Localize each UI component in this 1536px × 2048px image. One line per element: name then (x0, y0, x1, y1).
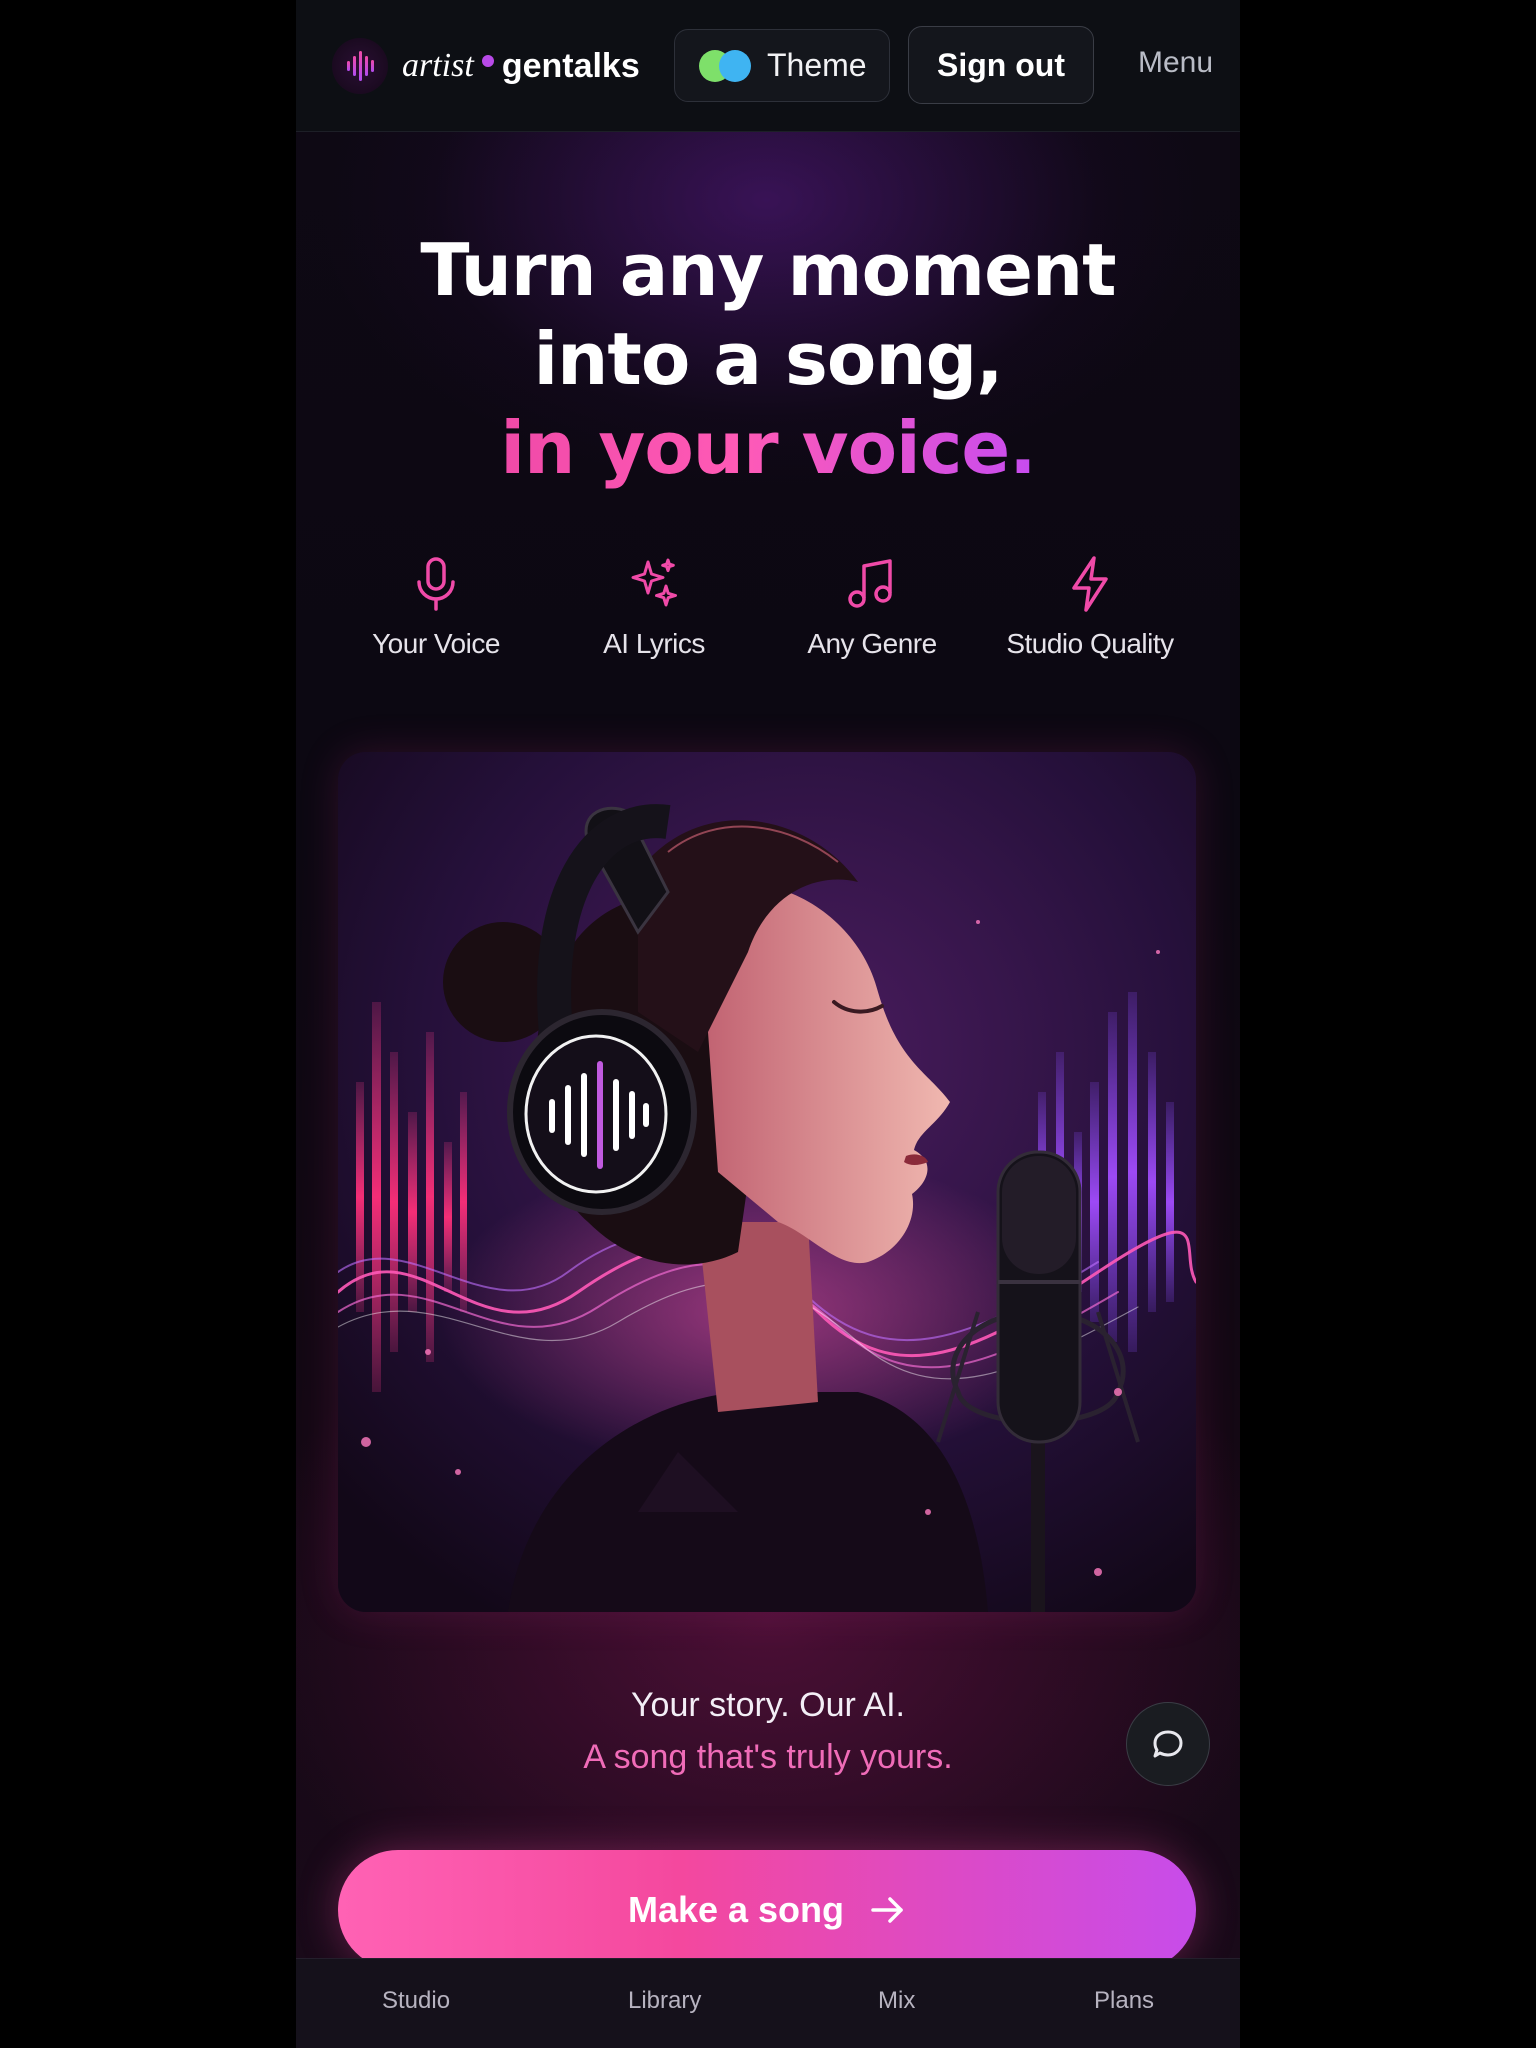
theme-button[interactable]: Theme (674, 29, 890, 102)
make-a-song-button[interactable]: Make a song (338, 1850, 1196, 1970)
chat-button[interactable] (1126, 1702, 1210, 1786)
headline-line-2: into a song, (533, 317, 1003, 401)
feature-your-voice: Your Voice (326, 554, 546, 660)
hero-headline: Turn any moment into a song, in your voi… (296, 226, 1240, 493)
lightning-icon (1072, 556, 1108, 612)
make-a-song-label: Make a song (627, 1889, 845, 1930)
nav-item-plans[interactable]: Plans (1094, 1987, 1154, 2015)
feature-label: AI Lyrics (603, 628, 705, 659)
menu-button[interactable]: Menu (1138, 46, 1213, 80)
theme-circles-icon (699, 49, 751, 83)
feature-label: Any Genre (807, 628, 937, 659)
top-bar: artist gentalks Theme Sign out Menu (296, 0, 1240, 132)
nav-item-studio[interactable]: Studio (382, 1987, 450, 2015)
feature-any-genre: Any Genre (762, 554, 982, 660)
tagline-secondary: A song that's truly yours. (583, 1738, 953, 1776)
theme-button-label: Theme (767, 47, 867, 83)
logo-waveform-icon[interactable] (332, 38, 388, 94)
brand-dot (481, 55, 494, 67)
arrow-right-icon (871, 1897, 903, 1923)
feature-studio-quality: Studio Quality (980, 554, 1200, 660)
feature-label: Your Voice (372, 628, 500, 659)
sign-out-button[interactable]: Sign out (908, 26, 1094, 104)
headline-accent: in your voice. (500, 406, 1036, 490)
chat-bubble-icon (1153, 1730, 1183, 1758)
hero-illustration (338, 752, 1196, 1612)
feature-label: Studio Quality (1006, 628, 1174, 659)
nav-item-library[interactable]: Library (628, 1987, 701, 2015)
tagline-primary: Your story. Our AI. (630, 1686, 905, 1724)
app-screen: artist gentalks Theme Sign out Menu Turn… (296, 0, 1240, 2048)
brand-name-part2: gentalks (501, 46, 640, 85)
microphone-icon (417, 557, 455, 611)
headline-line-1: Turn any moment (420, 228, 1116, 312)
nav-item-mix[interactable]: Mix (878, 1987, 915, 2015)
brand-name-part1: artist (402, 47, 474, 84)
bottom-navigation: Studio Library Mix Plans (296, 1958, 1240, 2048)
brand-logo[interactable]: artist gentalks (402, 46, 640, 86)
feature-ai-lyrics: AI Lyrics (544, 554, 764, 660)
music-note-icon (848, 559, 892, 608)
sparkles-icon (631, 558, 677, 607)
singer-with-headphones-illustration (338, 752, 1196, 1612)
